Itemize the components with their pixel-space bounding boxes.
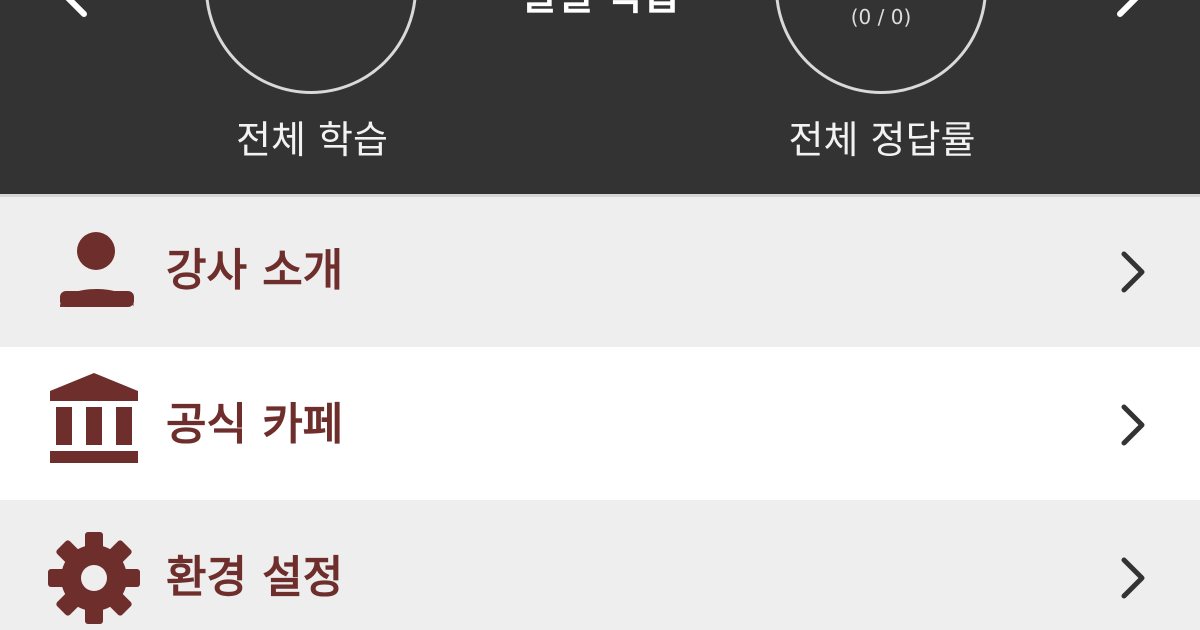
menu-item-settings[interactable]: 환경 설정 [0, 500, 1200, 630]
menu-item-label: 강사 소개 [166, 245, 344, 296]
next-day-button[interactable] [1100, 0, 1160, 20]
chevron-right-icon [1118, 556, 1148, 600]
accuracy-label: 전체 정답률 [788, 118, 976, 162]
bank-icon [48, 373, 140, 469]
page-title: 일일 학습 [500, 0, 700, 16]
menu-item-official-cafe[interactable]: 공식 카페 [0, 347, 1200, 500]
chevron-right-icon [1118, 403, 1148, 447]
chevron-right-icon [1118, 250, 1148, 294]
stats-header: 일일 학습 (0 / 0) 전체 학습 전체 정답률 [0, 0, 1200, 194]
accuracy-value: (0 / 0) [850, 5, 912, 29]
person-icon [48, 231, 140, 327]
total-study-label: 전체 학습 [236, 118, 388, 162]
prev-day-button[interactable] [50, 0, 110, 20]
chevron-left-icon [65, 0, 87, 17]
gear-icon [48, 530, 140, 626]
total-study-ring [205, 0, 417, 94]
accuracy-ring: (0 / 0) [775, 0, 987, 94]
chevron-right-icon [1117, 0, 1139, 17]
menu-item-instructor[interactable]: 강사 소개 [0, 197, 1200, 347]
menu-item-label: 공식 카페 [166, 399, 344, 450]
menu-item-label: 환경 설정 [166, 552, 344, 603]
